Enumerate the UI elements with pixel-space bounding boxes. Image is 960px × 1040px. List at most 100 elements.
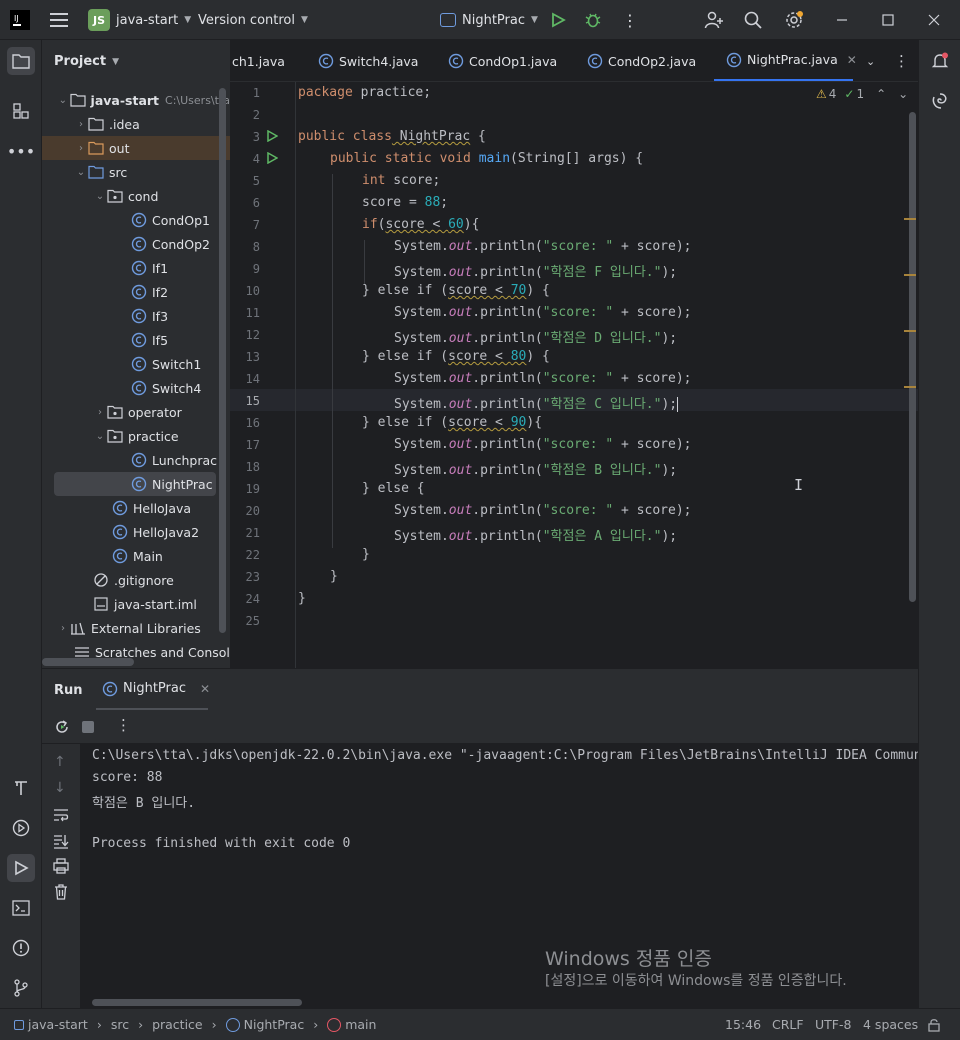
run-config-name: NightPrac (462, 12, 525, 28)
more-vertical-icon[interactable]: ⋮ (622, 8, 638, 32)
run-config-selector[interactable]: NightPrac ▼ (440, 8, 538, 32)
tree-item-practice[interactable]: ⌄ practice (42, 424, 230, 448)
hamburger-menu-icon[interactable] (50, 8, 68, 32)
vcs-menu[interactable]: Version control ▼ (198, 8, 308, 32)
breadcrumb-item[interactable]: java-start (28, 1017, 88, 1032)
maximize-icon[interactable] (882, 8, 894, 32)
build-icon[interactable] (7, 774, 35, 802)
tree-item-hellojava2[interactable]: HelloJava2 (42, 520, 230, 544)
tree-item-main[interactable]: Main (42, 544, 230, 568)
tree-item-idea[interactable]: › .idea (42, 112, 230, 136)
tree-item-src[interactable]: ⌄ src (42, 160, 230, 184)
tree-item-if2[interactable]: If2 (42, 280, 230, 304)
warning-stripe-mark[interactable] (904, 386, 916, 388)
search-icon[interactable] (744, 8, 762, 32)
tree-item-cond[interactable]: ⌄ cond (42, 184, 230, 208)
tab-condop1[interactable]: CondOp1.java (448, 40, 557, 81)
trash-icon[interactable] (54, 884, 68, 904)
chevron-up-icon[interactable]: ⌃ (876, 87, 886, 101)
minimize-icon[interactable] (836, 8, 848, 32)
run-icon[interactable] (550, 8, 566, 32)
warning-stripe-mark[interactable] (904, 274, 916, 276)
close-icon[interactable] (928, 8, 940, 32)
arrow-up-icon[interactable]: ↑ (54, 754, 66, 770)
structure-icon[interactable] (7, 97, 35, 125)
console-output[interactable]: C:\Users\tta\.jdks\openjdk-22.0.2\bin\ja… (80, 744, 918, 1008)
tree-item-operator[interactable]: › operator (42, 400, 230, 424)
line-number: 7 (252, 218, 260, 232)
vertical-scrollbar[interactable] (219, 88, 226, 633)
breadcrumb-item[interactable]: src (111, 1017, 129, 1032)
breadcrumb-item[interactable]: practice (152, 1017, 203, 1032)
ai-icon[interactable] (926, 87, 954, 115)
rerun-icon[interactable] (54, 719, 70, 739)
tab-nightprac[interactable]: NightPrac.java ✕ (714, 40, 857, 81)
indent-setting[interactable]: 4 spaces (863, 1017, 918, 1032)
code-line-11: System.out.println("score: " + score); (394, 305, 692, 320)
line-number: 22 (245, 548, 260, 562)
breadcrumb-item[interactable]: main (345, 1017, 376, 1032)
tree-item-condop2[interactable]: CondOp2 (42, 232, 230, 256)
notifications-icon[interactable] (926, 47, 954, 75)
tree-item-switch1[interactable]: Switch1 (42, 352, 230, 376)
add-user-icon[interactable] (704, 8, 724, 32)
run-gutter-icon[interactable] (266, 151, 279, 168)
breadcrumb-item[interactable]: NightPrac (244, 1017, 305, 1032)
tree-root-java-start[interactable]: ⌄ java-start C:\Users\tta (42, 88, 230, 112)
tab-ch1[interactable]: ch1.java (232, 40, 285, 81)
close-icon[interactable]: ✕ (200, 682, 210, 696)
tree-item-out[interactable]: › out (42, 136, 230, 160)
horizontal-scrollbar[interactable] (42, 658, 134, 666)
app-logo-icon[interactable]: IJ (10, 8, 30, 32)
terminal-icon[interactable] (7, 894, 35, 922)
line-separator[interactable]: CRLF (772, 1017, 804, 1032)
problems-icon[interactable] (7, 934, 35, 962)
soft-wrap-icon[interactable] (53, 808, 69, 826)
settings-icon[interactable] (784, 8, 804, 32)
lock-icon[interactable] (928, 1018, 942, 1035)
services-icon[interactable] (7, 814, 35, 842)
debug-icon[interactable] (584, 8, 602, 32)
tree-item-if1[interactable]: If1 (42, 256, 230, 280)
chevron-down-icon[interactable]: ⌄ (898, 87, 908, 101)
run-tool-icon[interactable] (7, 854, 35, 882)
tab-condop2[interactable]: CondOp2.java (587, 40, 696, 81)
root-name: java-start (90, 92, 160, 108)
run-config-tab[interactable]: NightPrac ✕ (96, 669, 210, 711)
arrow-down-icon[interactable]: ↓ (54, 780, 66, 796)
warning-stripe-mark[interactable] (904, 218, 916, 220)
more-vertical-icon[interactable]: ⋮ (894, 40, 909, 81)
package-icon (107, 404, 123, 420)
tree-item-if5[interactable]: If5 (42, 328, 230, 352)
caret-position[interactable]: 15:46 (725, 1017, 761, 1032)
tree-item-condop1[interactable]: CondOp1 (42, 208, 230, 232)
code-editor[interactable]: ⚠ 4 ✓ 1 ⌃ ⌄ 1 2 3 4 5 6 7 8 9 10 11 12 1… (230, 82, 918, 668)
warning-stripe-mark[interactable] (904, 330, 916, 332)
console-horizontal-scrollbar[interactable] (92, 999, 302, 1006)
folder-icon[interactable] (7, 47, 35, 75)
tree-item-switch4[interactable]: Switch4 (42, 376, 230, 400)
tree-item-iml[interactable]: java-start.iml (42, 592, 230, 616)
tree-item-hellojava[interactable]: HelloJava (42, 496, 230, 520)
tree-item-lunchprac[interactable]: Lunchprac (42, 448, 230, 472)
file-encoding[interactable]: UTF-8 (815, 1017, 851, 1032)
close-icon[interactable]: ✕ (847, 53, 857, 67)
chevron-down-icon: ⌄ (58, 94, 67, 106)
run-gutter-icon[interactable] (266, 129, 279, 146)
stop-icon[interactable] (82, 721, 94, 733)
more-vertical-icon[interactable]: ⋮ (116, 716, 131, 734)
project-panel-header[interactable]: Project ▼ (54, 54, 119, 69)
git-icon[interactable] (7, 974, 35, 1002)
tree-item-nightprac[interactable]: NightPrac (54, 472, 216, 496)
editor-scrollbar[interactable] (909, 112, 916, 602)
more-horizontal-icon[interactable]: ••• (7, 137, 35, 165)
inspection-widget[interactable]: ⚠ 4 ✓ 1 ⌃ ⌄ (816, 87, 908, 101)
tree-item-if3[interactable]: If3 (42, 304, 230, 328)
scroll-end-icon[interactable] (53, 833, 69, 853)
tab-switch4[interactable]: Switch4.java (318, 40, 418, 81)
tree-item-external-libraries[interactable]: › External Libraries (42, 616, 230, 640)
project-switcher[interactable]: JS java-start ▼ (88, 8, 191, 32)
print-icon[interactable] (53, 858, 69, 878)
tab-list-chevron-down-icon[interactable]: ⌄ (866, 40, 875, 81)
tree-item-gitignore[interactable]: .gitignore (42, 568, 230, 592)
